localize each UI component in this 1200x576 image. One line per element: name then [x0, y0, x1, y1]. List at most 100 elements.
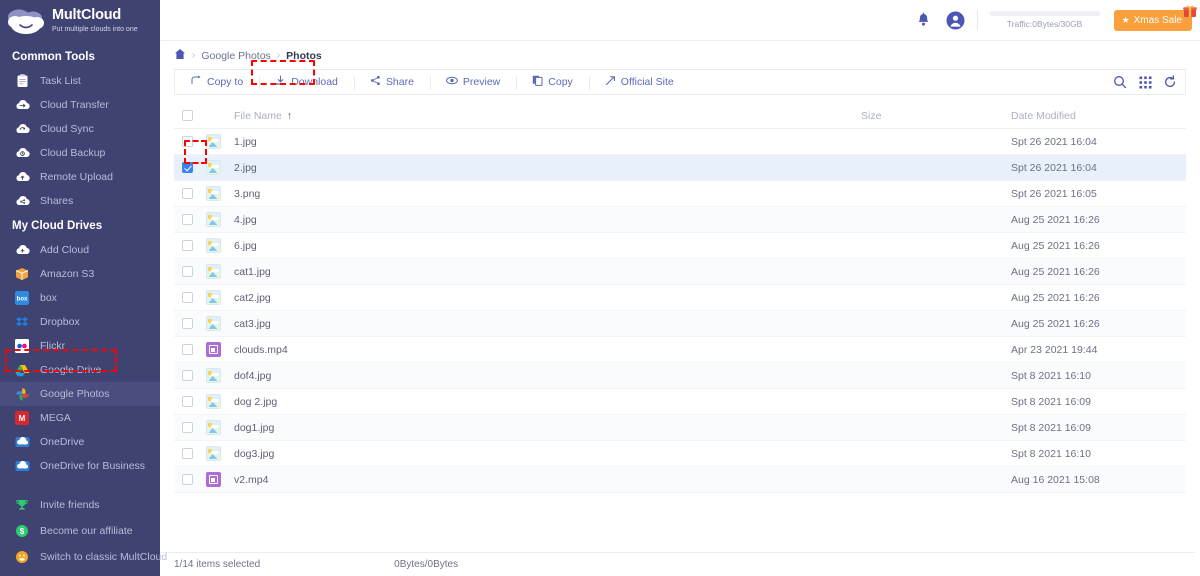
sidebar-item-remote-upload[interactable]: Remote Upload — [0, 165, 160, 189]
file-name-cell[interactable]: 4.jpg — [226, 214, 861, 226]
sidebar-item-dropbox[interactable]: Dropbox — [0, 310, 160, 334]
row-checkbox[interactable] — [174, 396, 200, 407]
brand-logo[interactable]: MultCloud Put multiple clouds into one — [0, 0, 160, 44]
user-avatar-icon[interactable] — [945, 9, 967, 31]
row-checkbox[interactable] — [174, 474, 200, 485]
sidebar-item-label: Cloud Sync — [40, 123, 94, 135]
sidebar-item-become-our-affiliate[interactable]: $ Become our affiliate — [0, 518, 160, 544]
image-file-icon — [205, 394, 221, 409]
breadcrumb-item-google-photos[interactable]: Google Photos — [201, 50, 270, 62]
file-type-icon — [200, 472, 226, 487]
table-row[interactable]: dog1.jpg Spt 8 2021 16:09 — [174, 415, 1186, 441]
file-name-cell[interactable]: cat3.jpg — [226, 318, 861, 330]
google-drive-icon — [14, 362, 30, 378]
sidebar-item-shares[interactable]: Shares — [0, 189, 160, 213]
home-icon[interactable] — [174, 48, 186, 63]
table-row[interactable]: dof4.jpg Spt 8 2021 16:10 — [174, 363, 1186, 389]
xmas-sale-button[interactable]: ★ Xmas Sale — [1113, 5, 1197, 31]
column-header-date-modified[interactable]: Date Modified — [1011, 110, 1186, 122]
sidebar-item-box[interactable]: box box — [0, 286, 160, 310]
row-checkbox[interactable] — [174, 448, 200, 459]
table-row[interactable]: dog 2.jpg Spt 8 2021 16:09 — [174, 389, 1186, 415]
file-name-cell[interactable]: dof4.jpg — [226, 370, 861, 382]
row-checkbox[interactable] — [174, 188, 200, 199]
sidebar-item-cloud-transfer[interactable]: Cloud Transfer — [0, 93, 160, 117]
sidebar-item-onedrive[interactable]: OneDrive — [0, 430, 160, 454]
sidebar-item-cloud-sync[interactable]: Cloud Sync — [0, 117, 160, 141]
table-row[interactable]: 4.jpg Aug 25 2021 16:26 — [174, 207, 1186, 233]
row-checkbox[interactable] — [174, 422, 200, 433]
sidebar-item-google-photos[interactable]: Google Photos — [0, 382, 160, 406]
file-name-cell[interactable]: cat1.jpg — [226, 266, 861, 278]
sidebar-item-google-drive[interactable]: Google Drive — [0, 358, 160, 382]
row-checkbox[interactable] — [174, 266, 200, 277]
copy-to-icon — [191, 75, 202, 89]
toolbar-right-icons — [1113, 75, 1185, 89]
search-icon[interactable] — [1113, 75, 1127, 89]
image-file-icon — [205, 212, 221, 227]
vertical-scrollbar[interactable] — [1195, 41, 1200, 576]
onedrive-icon — [14, 434, 30, 450]
sidebar-item-add-cloud[interactable]: Add Cloud — [0, 238, 160, 262]
video-file-icon — [205, 342, 221, 357]
grid-view-icon[interactable] — [1138, 75, 1152, 89]
select-all-checkbox[interactable] — [174, 110, 200, 121]
notification-bell-icon[interactable] — [913, 9, 935, 31]
file-name-cell[interactable]: dog3.jpg — [226, 448, 861, 460]
sidebar-item-flickr[interactable]: Flickr — [0, 334, 160, 358]
refresh-icon[interactable] — [1163, 75, 1177, 89]
copy-icon — [532, 75, 543, 89]
file-name-cell[interactable]: clouds.mp4 — [226, 344, 861, 356]
file-type-icon — [200, 316, 226, 331]
row-checkbox[interactable] — [174, 318, 200, 329]
trophy-icon — [14, 497, 30, 513]
table-row[interactable]: dog3.jpg Spt 8 2021 16:10 — [174, 441, 1186, 467]
table-row[interactable]: 1.jpg Spt 26 2021 16:04 — [174, 129, 1186, 155]
copy-to-button[interactable]: Copy to — [175, 70, 259, 94]
table-row[interactable]: cat3.jpg Aug 25 2021 16:26 — [174, 311, 1186, 337]
column-label: File Name — [234, 109, 282, 122]
file-name-cell[interactable]: 3.png — [226, 188, 861, 200]
row-checkbox[interactable] — [174, 344, 200, 355]
sidebar-item-switch-to-classic[interactable]: Switch to classic MultCloud — [0, 544, 167, 570]
table-row[interactable]: 6.jpg Aug 25 2021 16:26 — [174, 233, 1186, 259]
sidebar-item-mega[interactable]: M MEGA — [0, 406, 160, 430]
file-name-cell[interactable]: 6.jpg — [226, 240, 861, 252]
table-row[interactable]: 2.jpg Spt 26 2021 16:04 — [174, 155, 1186, 181]
copy-button[interactable]: Copy — [516, 70, 589, 94]
sidebar-item-onedrive-for-business[interactable]: OneDrive for Business — [0, 454, 160, 478]
sidebar-item-task-list[interactable]: Task List — [0, 69, 160, 93]
column-header-file-name[interactable]: File Name ↑ — [226, 110, 861, 122]
table-row[interactable]: v2.mp4 Aug 16 2021 15:08 — [174, 467, 1186, 493]
row-checkbox[interactable] — [174, 240, 200, 251]
official-site-button[interactable]: Official Site — [588, 70, 690, 94]
file-date-cell: Spt 26 2021 16:04 — [1011, 161, 1097, 174]
file-name-cell[interactable]: 2.jpg — [226, 162, 861, 174]
sidebar-item-cloud-backup[interactable]: Cloud Backup — [0, 141, 160, 165]
sidebar-item-label: Task List — [40, 75, 81, 87]
table-row[interactable]: cat1.jpg Aug 25 2021 16:26 — [174, 259, 1186, 285]
row-checkbox[interactable] — [174, 136, 200, 147]
row-checkbox[interactable] — [174, 214, 200, 225]
table-row[interactable]: cat2.jpg Aug 25 2021 16:26 — [174, 285, 1186, 311]
column-header-size[interactable]: Size — [861, 110, 1011, 122]
download-button[interactable]: Download — [259, 70, 354, 94]
row-checkbox[interactable] — [174, 370, 200, 381]
breadcrumb: › Google Photos › Photos — [160, 41, 1200, 67]
file-name-cell[interactable]: dog 2.jpg — [226, 396, 861, 408]
row-checkbox[interactable] — [174, 162, 200, 173]
row-checkbox[interactable] — [174, 292, 200, 303]
sidebar-item-invite-friends[interactable]: Invite friends — [0, 492, 160, 518]
file-name-cell[interactable]: v2.mp4 — [226, 474, 861, 486]
file-name-cell[interactable]: 1.jpg — [226, 136, 861, 148]
table-row[interactable]: clouds.mp4 Apr 23 2021 19:44 — [174, 337, 1186, 363]
sidebar-item-amazon-s3[interactable]: Amazon S3 — [0, 262, 160, 286]
sort-arrow-icon[interactable]: ↑ — [287, 110, 292, 122]
file-name-cell[interactable]: cat2.jpg — [226, 292, 861, 304]
image-file-icon — [205, 446, 221, 461]
share-button[interactable]: Share — [353, 70, 430, 94]
video-file-icon — [205, 472, 221, 487]
file-name-cell[interactable]: dog1.jpg — [226, 422, 861, 434]
preview-button[interactable]: Preview — [429, 70, 516, 94]
table-row[interactable]: 3.png Spt 26 2021 16:05 — [174, 181, 1186, 207]
